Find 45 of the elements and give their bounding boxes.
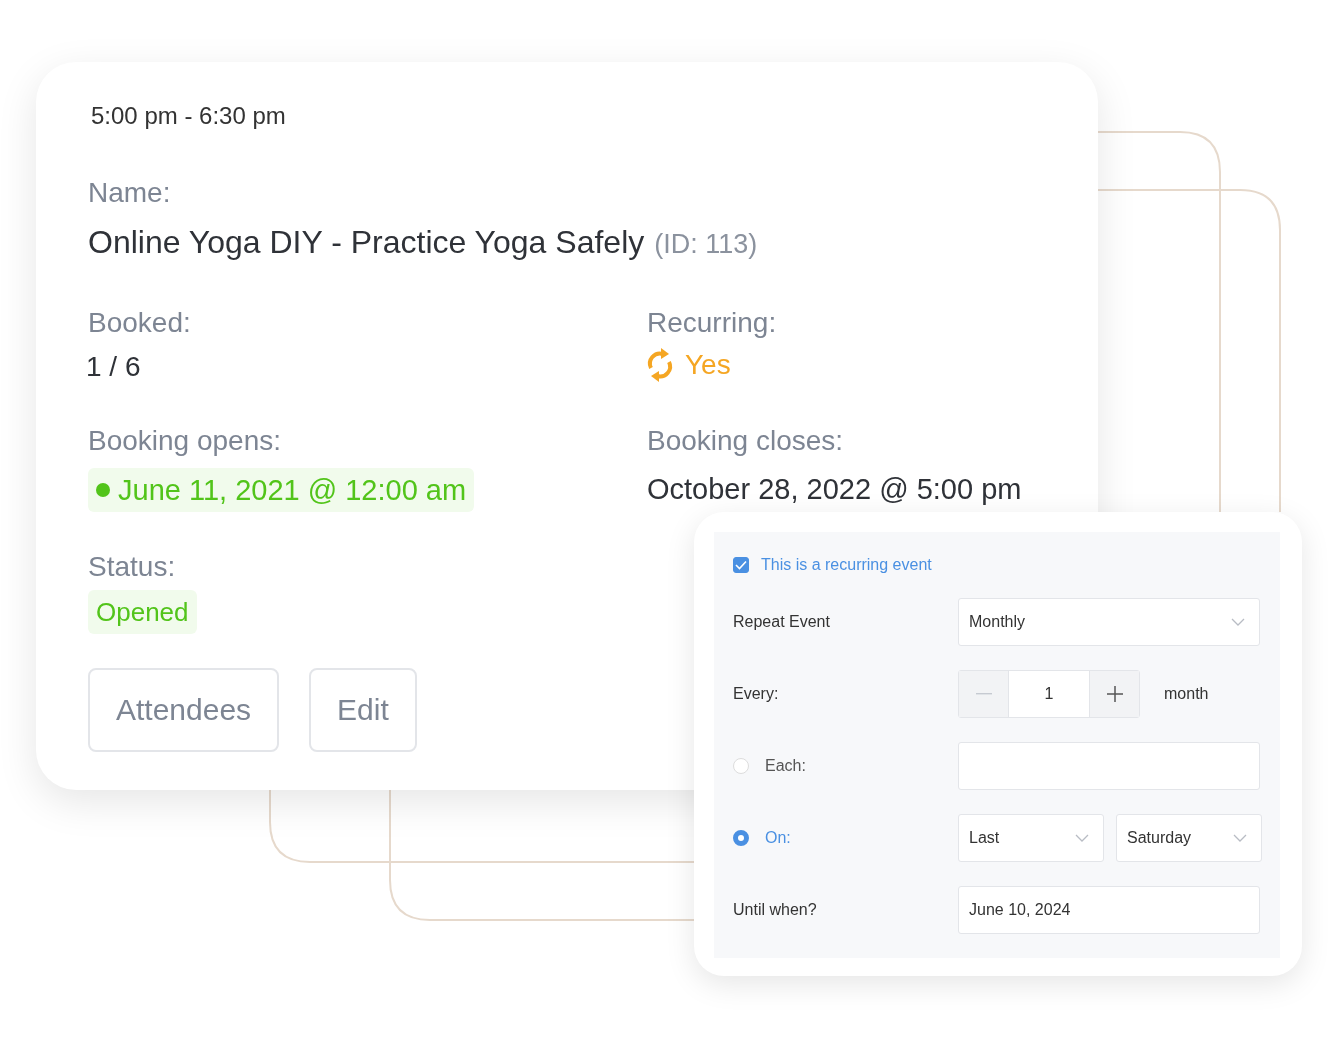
event-name: Online Yoga DIY - Practice Yoga Safely [88, 224, 645, 260]
event-time: 5:00 pm - 6:30 pm [91, 101, 287, 131]
checkbox[interactable] [733, 557, 749, 573]
unit-label: month [1164, 685, 1209, 703]
chevron-down-icon [1231, 617, 1245, 627]
date-text: June 11, 2021 @ 12:00 am [118, 473, 467, 507]
chevron-down-icon [1233, 833, 1247, 843]
dropdown[interactable]: Saturday [1116, 814, 1262, 862]
event-id: (ID: 113) [654, 229, 758, 259]
field-label: Recurring: [647, 306, 777, 340]
radio-label: On: [765, 829, 791, 847]
field-value: October 28, 2022 @ 5:00 pm [647, 472, 1022, 506]
input-field[interactable] [958, 742, 1260, 790]
plus-icon [1106, 686, 1123, 702]
field-value: June 10, 2024 [969, 901, 1071, 919]
status-dot [96, 483, 110, 497]
field-value: 1 / 6 [86, 350, 141, 384]
field-label: Booking closes: [647, 424, 844, 458]
edit-button[interactable]: Edit [309, 668, 417, 752]
field-label: Booked: [88, 306, 191, 340]
date-field[interactable]: June 10, 2024 [958, 886, 1260, 934]
form-label: Every: [733, 685, 780, 703]
dropdown[interactable]: Last [958, 814, 1104, 862]
select-value: Last [969, 829, 1000, 847]
minus-icon [975, 693, 992, 695]
field-label: Status: [88, 550, 176, 584]
field-label: Booking opens: [88, 424, 282, 458]
recurring-value: Yes [685, 348, 731, 382]
radio-label: Each: [765, 757, 806, 775]
refresh-icon [645, 346, 675, 384]
increment-button[interactable] [1089, 671, 1139, 717]
radio-button[interactable] [733, 830, 749, 846]
form-label: Until when? [733, 901, 818, 919]
form-label: Repeat Event [733, 613, 831, 631]
stepper-value: 1 [1043, 684, 1055, 704]
attendees-button[interactable]: Attendees [88, 668, 280, 752]
select-value: Monthly [969, 613, 1026, 631]
chevron-down-icon [1075, 833, 1089, 843]
repeat-select[interactable]: Monthly [958, 598, 1260, 646]
select-value: Saturday [1127, 829, 1192, 847]
number-stepper[interactable]: 1 [958, 670, 1140, 718]
check-icon [735, 560, 747, 570]
field-label: Name: [88, 176, 171, 210]
checkbox-label: This is a recurring event [761, 556, 932, 574]
status-tag: Opened [88, 590, 197, 634]
